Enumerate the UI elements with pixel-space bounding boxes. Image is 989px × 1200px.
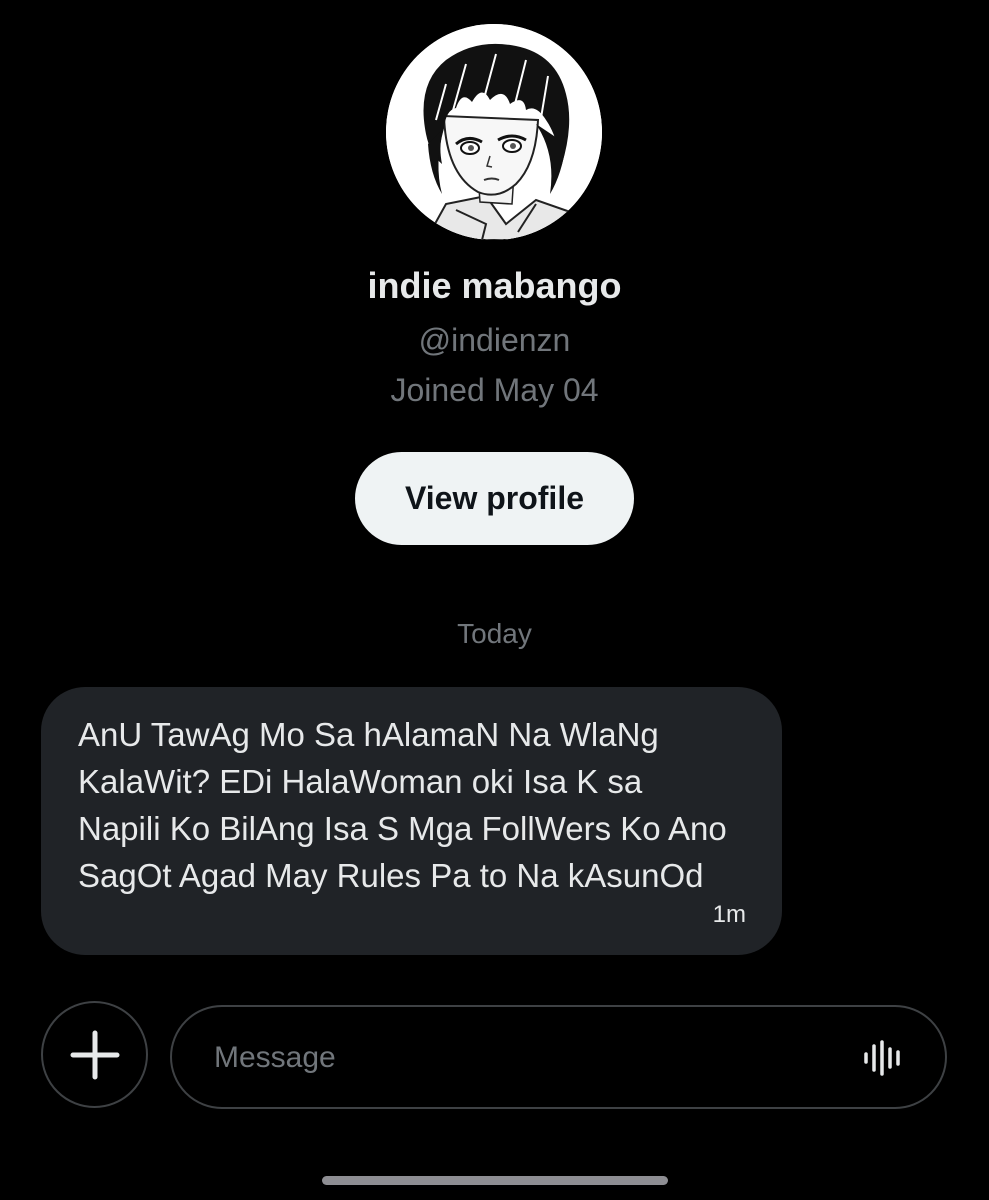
user-handle: @indienzn xyxy=(418,322,571,358)
message-input[interactable] xyxy=(212,1029,836,1087)
avatar[interactable] xyxy=(386,24,602,240)
view-profile-button[interactable]: View profile xyxy=(355,452,634,545)
voice-waveform-icon[interactable] xyxy=(863,1040,905,1076)
message-timestamp: 1m xyxy=(712,901,746,928)
add-attachment-button[interactable] xyxy=(41,1001,148,1108)
message-line: KalaWit? EDi HalaWoman oki Isa K sa xyxy=(78,763,643,800)
message-line: AnU TawAg Mo Sa hAlamaN Na WlaNg xyxy=(78,716,659,753)
message-line: SagOt Agad May Rules Pa to Na kAsunOd xyxy=(78,857,704,894)
message-composer[interactable] xyxy=(170,1005,947,1109)
message-text: AnU TawAg Mo Sa hAlamaN Na WlaNg KalaWit… xyxy=(78,711,768,899)
plus-icon xyxy=(70,1030,119,1079)
date-divider: Today xyxy=(457,618,532,649)
message-line: Napili Ko BilAng Isa S Mga FollWers Ko A… xyxy=(78,810,727,847)
joined-date: Joined May 04 xyxy=(390,372,599,408)
home-indicator[interactable] xyxy=(322,1176,668,1185)
message-bubble[interactable]: AnU TawAg Mo Sa hAlamaN Na WlaNg KalaWit… xyxy=(41,687,782,955)
display-name: indie mabango xyxy=(367,265,622,306)
anime-portrait-avatar-icon xyxy=(386,24,602,240)
